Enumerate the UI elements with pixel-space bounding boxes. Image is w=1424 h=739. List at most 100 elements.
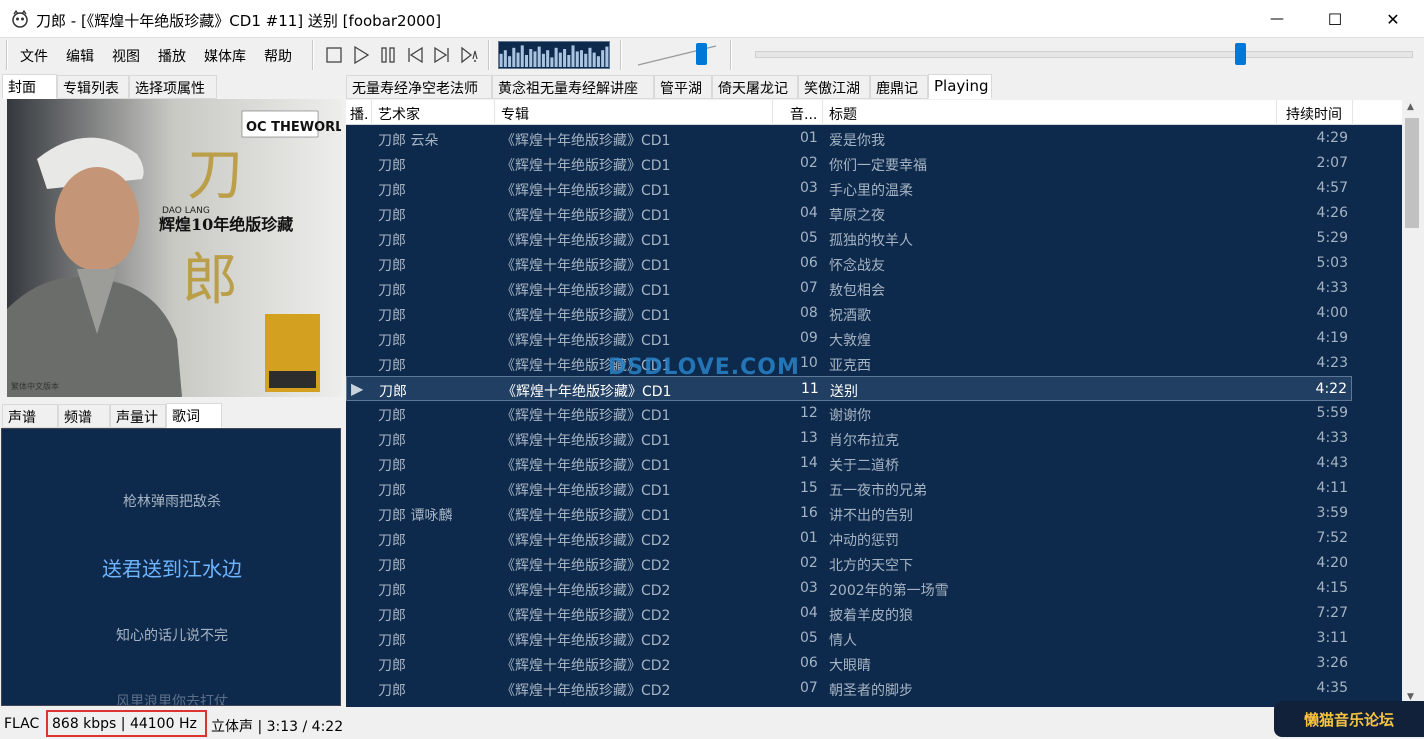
cell-track-number: 06 bbox=[800, 655, 818, 671]
playlist-row[interactable]: 刀郎 《辉煌十年绝版珍藏》CD1 02 你们一定要幸福 2:07 bbox=[346, 151, 1352, 176]
cell-track-number: 10 bbox=[800, 355, 818, 371]
cell-artist: 刀郎 bbox=[378, 358, 406, 374]
column-duration[interactable]: 持续时间 bbox=[1286, 104, 1342, 124]
toolbar-grip[interactable] bbox=[6, 40, 8, 70]
maximize-button[interactable]: ☐ bbox=[1306, 0, 1364, 38]
playlist-row[interactable]: 刀郎 《辉煌十年绝版珍藏》CD1 04 草原之夜 4:26 bbox=[346, 201, 1352, 226]
menu-view[interactable]: 视图 bbox=[112, 46, 140, 66]
status-codec: FLAC bbox=[4, 716, 40, 732]
window-title: 刀郎 - [《辉煌十年绝版珍藏》CD1 #11] 送别 [foobar2000] bbox=[36, 12, 442, 30]
playlist-row[interactable]: 刀郎 《辉煌十年绝版珍藏》CD1 05 孤独的牧羊人 5:29 bbox=[346, 226, 1352, 251]
column-track-number[interactable]: 音... bbox=[790, 104, 817, 124]
column-title[interactable]: 标题 bbox=[829, 104, 857, 124]
playlist-row[interactable]: 刀郎 《辉煌十年绝版珍藏》CD1 07 敖包相会 4:33 bbox=[346, 276, 1352, 301]
visualizer-bar bbox=[520, 45, 524, 67]
cell-artist: 刀郎 bbox=[378, 158, 406, 174]
cell-title: 肖尔布拉克 bbox=[829, 433, 899, 449]
cell-title: 你们一定要幸福 bbox=[829, 158, 927, 174]
playlist-row[interactable]: 刀郎 《辉煌十年绝版珍藏》CD1 14 关于二道桥 4:43 bbox=[346, 451, 1352, 476]
cell-duration: 4:15 bbox=[1316, 580, 1348, 596]
cell-artist: 刀郎 bbox=[378, 233, 406, 249]
cell-duration: 3:26 bbox=[1316, 655, 1348, 671]
menu-file[interactable]: 文件 bbox=[20, 46, 48, 66]
tab-vu-meter[interactable]: 声量计 bbox=[110, 404, 166, 428]
playlist-tab-3[interactable]: 管平湖 bbox=[654, 75, 712, 99]
album-cover: OC THEWORLD 刀 郎 DAO LANG 辉煌10年绝版珍藏 繁体中文版… bbox=[7, 99, 341, 397]
next-icon[interactable] bbox=[432, 45, 452, 65]
tab-cover[interactable]: 封面 bbox=[2, 74, 57, 99]
cell-album: 《辉煌十年绝版珍藏》CD1 bbox=[501, 283, 671, 299]
playlist-row[interactable]: 刀郎 《辉煌十年绝版珍藏》CD2 02 北方的天空下 4:20 bbox=[346, 551, 1352, 576]
playlist-row[interactable]: 刀郎 谭咏麟 《辉煌十年绝版珍藏》CD1 16 讲不出的告别 3:59 bbox=[346, 501, 1352, 526]
playlist-row[interactable]: 刀郎 《辉煌十年绝版珍藏》CD2 05 情人 3:11 bbox=[346, 626, 1352, 651]
cell-duration: 4:33 bbox=[1316, 430, 1348, 446]
column-album[interactable]: 专辑 bbox=[501, 104, 529, 124]
playlist-row[interactable]: 刀郎 《辉煌十年绝版珍藏》CD2 04 披着羊皮的狼 7:27 bbox=[346, 601, 1352, 626]
tab-spectrum[interactable]: 频谱 bbox=[58, 404, 110, 428]
playlist-row[interactable]: 刀郎 《辉煌十年绝版珍藏》CD2 03 2002年的第一场雪 4:15 bbox=[346, 576, 1352, 601]
play-icon[interactable] bbox=[351, 45, 371, 65]
playlist-row[interactable]: 刀郎 《辉煌十年绝版珍藏》CD2 06 大眼睛 3:26 bbox=[346, 651, 1352, 676]
cover-art-image: OC THEWORLD 刀 郎 DAO LANG 辉煌10年绝版珍藏 繁体中文版… bbox=[7, 99, 341, 397]
tab-selection-properties[interactable]: 选择项属性 bbox=[129, 75, 217, 99]
tab-album-list[interactable]: 专辑列表 bbox=[57, 75, 129, 99]
playlist-row[interactable]: 刀郎 《辉煌十年绝版珍藏》CD1 15 五一夜市的兄弟 4:11 bbox=[346, 476, 1352, 501]
playlist-row[interactable]: 刀郎 《辉煌十年绝版珍藏》CD1 12 谢谢你 5:59 bbox=[346, 401, 1352, 426]
lyric-line: 知心的话儿说不完 bbox=[116, 628, 228, 644]
cell-album: 《辉煌十年绝版珍藏》CD1 bbox=[501, 508, 671, 524]
playlist-tab-playing[interactable]: Playing bbox=[928, 74, 992, 99]
playlist-row[interactable]: 刀郎 《辉煌十年绝版珍藏》CD2 01 冲动的惩罚 7:52 bbox=[346, 526, 1352, 551]
playlist-row[interactable]: 刀郎 《辉煌十年绝版珍藏》CD1 06 怀念战友 5:03 bbox=[346, 251, 1352, 276]
playlist-tab-1[interactable]: 无量寿经净空老法师 bbox=[346, 75, 492, 99]
minimize-icon: — bbox=[1270, 11, 1284, 27]
stop-icon[interactable] bbox=[324, 45, 344, 65]
scroll-up-icon[interactable]: ▲ bbox=[1407, 102, 1414, 112]
visualizer-bar bbox=[567, 55, 571, 67]
column-playing[interactable]: 播. bbox=[350, 104, 368, 124]
tab-lyrics[interactable]: 歌词 bbox=[166, 403, 222, 428]
cell-duration: 5:03 bbox=[1316, 255, 1348, 271]
column-artist[interactable]: 艺术家 bbox=[378, 104, 420, 124]
playlist-row-playing[interactable]: ▶ 刀郎 《辉煌十年绝版珍藏》CD1 11 送别 4:22 bbox=[346, 376, 1352, 401]
playlist-row[interactable]: 刀郎 《辉煌十年绝版珍藏》CD1 09 大敦煌 4:19 bbox=[346, 326, 1352, 351]
cell-duration: 3:59 bbox=[1316, 505, 1348, 521]
volume-handle[interactable] bbox=[696, 43, 708, 65]
cell-album: 《辉煌十年绝版珍藏》CD2 bbox=[501, 683, 671, 699]
playlist-tab-4[interactable]: 倚天屠龙记 bbox=[712, 75, 798, 99]
cell-artist: 刀郎 bbox=[378, 458, 406, 474]
random-icon[interactable] bbox=[459, 45, 479, 65]
cell-track-number: 15 bbox=[800, 480, 818, 496]
scrollbar-thumb[interactable] bbox=[1405, 118, 1419, 228]
now-playing-icon: ▶ bbox=[351, 379, 364, 398]
playlist-tab-5[interactable]: 笑傲江湖 bbox=[798, 75, 870, 99]
playlist-tab-6[interactable]: 鹿鼎记 bbox=[870, 75, 928, 99]
playlist-row[interactable]: 刀郎 云朵 《辉煌十年绝版珍藏》CD1 01 爱是你我 4:29 bbox=[346, 126, 1352, 151]
minimize-button[interactable]: — bbox=[1248, 0, 1306, 38]
seek-bar[interactable] bbox=[755, 51, 1413, 58]
close-button[interactable]: ✕ bbox=[1364, 0, 1422, 38]
playlist-row[interactable]: 刀郎 《辉煌十年绝版珍藏》CD1 08 祝酒歌 4:00 bbox=[346, 301, 1352, 326]
playlist-row[interactable]: 刀郎 《辉煌十年绝版珍藏》CD1 13 肖尔布拉克 4:33 bbox=[346, 426, 1352, 451]
visualizer-bar bbox=[550, 57, 554, 67]
pause-icon[interactable] bbox=[378, 45, 398, 65]
cell-artist: 刀郎 bbox=[378, 308, 406, 324]
playlist-row[interactable]: 刀郎 《辉煌十年绝版珍藏》CD1 10 亚克西 4:23 bbox=[346, 351, 1352, 376]
visualizer-bar bbox=[563, 49, 567, 67]
cell-title: 讲不出的告别 bbox=[829, 508, 913, 524]
cell-track-number: 07 bbox=[800, 680, 818, 696]
cell-album: 《辉煌十年绝版珍藏》CD2 bbox=[501, 608, 671, 624]
menu-edit[interactable]: 编辑 bbox=[66, 46, 94, 66]
playlist-row[interactable]: 刀郎 《辉煌十年绝版珍藏》CD2 07 朝圣者的脚步 4:35 bbox=[346, 676, 1352, 701]
menu-library[interactable]: 媒体库 bbox=[204, 46, 246, 66]
foobar-app-icon[interactable] bbox=[10, 9, 30, 29]
playlist-tab-2[interactable]: 黄念祖无量寿经解讲座 bbox=[492, 75, 654, 99]
seek-handle[interactable] bbox=[1234, 43, 1246, 65]
cell-title: 敖包相会 bbox=[829, 283, 885, 299]
playlist-row[interactable]: 刀郎 《辉煌十年绝版珍藏》CD1 03 手心里的温柔 4:57 bbox=[346, 176, 1352, 201]
menu-help[interactable]: 帮助 bbox=[264, 46, 292, 66]
cell-track-number: 06 bbox=[800, 255, 818, 271]
previous-icon[interactable] bbox=[405, 45, 425, 65]
tab-spectrogram[interactable]: 声谱 bbox=[2, 404, 58, 428]
menu-playback[interactable]: 播放 bbox=[158, 46, 186, 66]
visualizer-bar bbox=[499, 53, 503, 67]
